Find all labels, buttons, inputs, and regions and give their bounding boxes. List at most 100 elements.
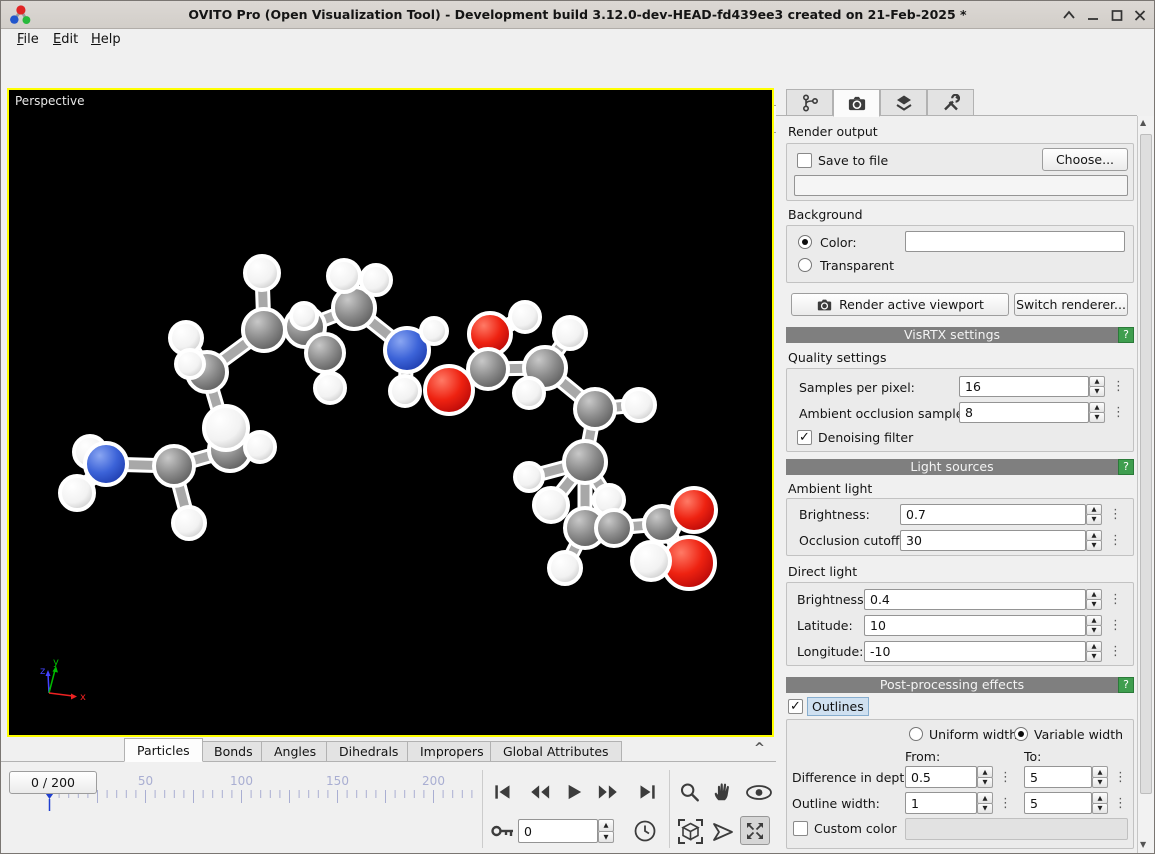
depth-to-field[interactable] bbox=[1024, 766, 1092, 788]
occlusion-spinner[interactable]: ▲▼ bbox=[1086, 530, 1102, 551]
longitude-menu-icon[interactable]: ⋮ bbox=[1109, 645, 1122, 658]
maximize-viewport-button[interactable] bbox=[740, 816, 770, 845]
background-color-radio[interactable] bbox=[798, 235, 812, 249]
pan-mode-hand-icon[interactable] bbox=[711, 781, 734, 803]
tab-overlays[interactable] bbox=[880, 89, 927, 116]
previous-frame-button[interactable] bbox=[528, 782, 552, 802]
render-active-viewport-button[interactable]: Render active viewport bbox=[791, 293, 1009, 316]
menu-file[interactable]: File bbox=[13, 29, 43, 51]
tab-pipelines[interactable] bbox=[786, 89, 833, 116]
spin-up-icon[interactable]: ▲ bbox=[598, 819, 614, 832]
samples-spinner[interactable]: ▲▼ bbox=[1089, 376, 1105, 397]
close-button[interactable] bbox=[1133, 9, 1147, 22]
shade-button[interactable] bbox=[1062, 9, 1076, 22]
outlines-checkbox[interactable]: ✓ bbox=[788, 699, 803, 714]
uniform-width-radio[interactable] bbox=[909, 727, 923, 741]
direct-brightness-menu-icon[interactable]: ⋮ bbox=[1109, 593, 1122, 606]
latitude-field[interactable] bbox=[864, 615, 1086, 636]
spin-down-icon[interactable]: ▼ bbox=[977, 777, 993, 789]
next-frame-button[interactable] bbox=[596, 782, 620, 802]
spin-down-icon[interactable]: ▼ bbox=[1089, 386, 1105, 397]
spin-up-icon[interactable]: ▲ bbox=[1092, 792, 1108, 804]
custom-color-checkbox[interactable] bbox=[793, 821, 808, 836]
denoising-checkbox[interactable]: ✓ bbox=[797, 430, 812, 445]
field-of-view-icon[interactable] bbox=[710, 821, 736, 843]
spin-down-icon[interactable]: ▼ bbox=[1086, 514, 1102, 525]
visrtx-help-button[interactable]: ? bbox=[1118, 327, 1134, 343]
play-button[interactable] bbox=[565, 782, 584, 802]
spin-down-icon[interactable]: ▼ bbox=[1086, 625, 1102, 636]
zoom-mode-icon[interactable] bbox=[678, 781, 701, 803]
background-transparent-radio[interactable] bbox=[798, 258, 812, 272]
width-from-field[interactable] bbox=[905, 792, 977, 814]
menu-edit[interactable]: Edit bbox=[49, 29, 82, 51]
width-from-spinner[interactable]: ▲▼ bbox=[977, 792, 993, 814]
inspector-collapse-icon[interactable]: ^ bbox=[754, 741, 765, 756]
maximize-window-button[interactable] bbox=[1110, 9, 1124, 22]
longitude-spinner[interactable]: ▲▼ bbox=[1086, 641, 1102, 662]
ao-menu-icon[interactable]: ⋮ bbox=[1112, 406, 1125, 419]
occlusion-menu-icon[interactable]: ⋮ bbox=[1109, 534, 1122, 547]
timeline-current-frame-button[interactable]: 0 / 200 bbox=[9, 771, 97, 794]
longitude-field[interactable] bbox=[864, 641, 1086, 662]
spin-down-icon[interactable]: ▼ bbox=[598, 831, 614, 844]
skip-to-end-button[interactable] bbox=[637, 782, 659, 802]
choose-file-button[interactable]: Choose... bbox=[1042, 148, 1128, 171]
save-to-file-checkbox[interactable] bbox=[797, 153, 812, 168]
depth-to-spinner[interactable]: ▲▼ bbox=[1092, 766, 1108, 788]
tab-utilities[interactable] bbox=[927, 89, 974, 116]
viewport-3d[interactable]: Perspective z y x bbox=[7, 88, 774, 737]
zoom-scene-extents-icon[interactable] bbox=[677, 818, 704, 845]
spin-up-icon[interactable]: ▲ bbox=[977, 766, 993, 778]
orbit-mode-eye-icon[interactable] bbox=[745, 783, 773, 802]
tab-render[interactable] bbox=[833, 89, 880, 117]
frame-number-field[interactable] bbox=[518, 819, 598, 843]
tab-global-attributes[interactable]: Global Attributes bbox=[490, 741, 622, 762]
outlines-label[interactable]: Outlines bbox=[807, 697, 869, 716]
output-file-field[interactable] bbox=[794, 175, 1128, 196]
ambient-brightness-menu-icon[interactable]: ⋮ bbox=[1109, 508, 1122, 521]
width-to-menu-icon[interactable]: ⋮ bbox=[1114, 797, 1127, 810]
ambient-brightness-spinner[interactable]: ▲▼ bbox=[1086, 504, 1102, 525]
spin-down-icon[interactable]: ▼ bbox=[1092, 803, 1108, 815]
ao-samples-field[interactable] bbox=[959, 402, 1089, 423]
tab-impropers[interactable]: Impropers bbox=[407, 741, 497, 762]
direct-brightness-spinner[interactable]: ▲▼ bbox=[1086, 589, 1102, 610]
spin-up-icon[interactable]: ▲ bbox=[1092, 766, 1108, 778]
width-from-menu-icon[interactable]: ⋮ bbox=[999, 797, 1012, 810]
timeline-ruler[interactable]: 50100150200 bbox=[1, 762, 776, 854]
post-processing-help-button[interactable]: ? bbox=[1118, 677, 1134, 693]
skip-to-start-button[interactable] bbox=[491, 782, 513, 802]
scrollbar-thumb[interactable] bbox=[1140, 134, 1152, 794]
depth-from-spinner[interactable]: ▲▼ bbox=[977, 766, 993, 788]
depth-from-field[interactable] bbox=[905, 766, 977, 788]
scroll-down-icon[interactable]: ▼ bbox=[1140, 840, 1146, 849]
minimize-button[interactable] bbox=[1086, 9, 1100, 22]
background-color-swatch[interactable] bbox=[905, 231, 1125, 252]
tab-bonds[interactable]: Bonds bbox=[201, 741, 266, 762]
panel-scrollbar[interactable]: ▲ ▼ bbox=[1137, 116, 1154, 854]
depth-from-menu-icon[interactable]: ⋮ bbox=[999, 771, 1012, 784]
auto-key-icon[interactable] bbox=[490, 822, 515, 840]
depth-to-menu-icon[interactable]: ⋮ bbox=[1114, 771, 1127, 784]
variable-width-radio[interactable] bbox=[1014, 727, 1028, 741]
light-sources-help-button[interactable]: ? bbox=[1118, 459, 1134, 475]
samples-menu-icon[interactable]: ⋮ bbox=[1112, 380, 1125, 393]
occlusion-cutoff-field[interactable] bbox=[900, 530, 1086, 551]
spin-up-icon[interactable]: ▲ bbox=[977, 792, 993, 804]
spin-down-icon[interactable]: ▼ bbox=[1092, 777, 1108, 789]
width-to-field[interactable] bbox=[1024, 792, 1092, 814]
spin-down-icon[interactable]: ▼ bbox=[1086, 651, 1102, 662]
ambient-brightness-field[interactable] bbox=[900, 504, 1086, 525]
latitude-spinner[interactable]: ▲▼ bbox=[1086, 615, 1102, 636]
samples-per-pixel-field[interactable] bbox=[959, 376, 1089, 397]
menu-help[interactable]: Help bbox=[87, 29, 125, 51]
spin-down-icon[interactable]: ▼ bbox=[1089, 412, 1105, 423]
spin-down-icon[interactable]: ▼ bbox=[977, 803, 993, 815]
frame-spinner[interactable]: ▲▼ bbox=[598, 819, 614, 843]
animation-settings-clock-icon[interactable] bbox=[633, 819, 657, 843]
switch-renderer-button[interactable]: Switch renderer... bbox=[1014, 293, 1128, 316]
tab-particles[interactable]: Particles bbox=[124, 738, 203, 762]
latitude-menu-icon[interactable]: ⋮ bbox=[1109, 619, 1122, 632]
tab-dihedrals[interactable]: Dihedrals bbox=[326, 741, 411, 762]
